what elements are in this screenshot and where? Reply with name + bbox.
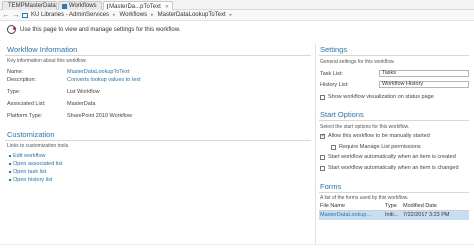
column-type[interactable]: Type <box>385 203 397 209</box>
task-list-label: Task List: <box>320 71 343 77</box>
start-on-change-checkbox[interactable] <box>320 165 325 171</box>
checkbox-label: Start workflow automatically when an ite… <box>328 154 456 160</box>
require-permissions-checkbox[interactable] <box>331 144 336 150</box>
back-arrow-icon[interactable]: ← <box>2 11 10 19</box>
open-associated-list-link[interactable]: Open associated list <box>9 161 63 167</box>
history-list-field[interactable]: Workflow History <box>379 81 469 88</box>
info-text: Use this page to view and manage setting… <box>20 26 181 33</box>
page-info: Use this page to view and manage setting… <box>7 25 180 34</box>
name-value-link[interactable]: MasterDataLookupToText <box>67 69 129 75</box>
close-tab-icon[interactable]: ✕ <box>165 4 169 10</box>
divider <box>319 55 469 56</box>
customization-title: Customization <box>7 130 55 139</box>
forward-arrow-icon[interactable]: → <box>12 11 20 19</box>
bullet-icon <box>9 163 11 165</box>
divider <box>5 55 311 56</box>
checkbox-label: Start workflow automatically when an ite… <box>328 165 459 171</box>
workflow-icon <box>62 3 67 9</box>
manual-start-checkbox[interactable] <box>320 133 325 139</box>
history-list-label: History List: <box>320 82 349 88</box>
divider <box>319 120 469 121</box>
tab-label: Workflows <box>69 3 97 9</box>
name-label: Name: <box>7 69 24 75</box>
column-modified-date[interactable]: Modified Date <box>403 203 437 209</box>
checkbox-label: Allow this workflow to be manually start… <box>328 133 430 139</box>
open-history-list-link[interactable]: Open history list <box>9 177 52 183</box>
site-icon <box>22 12 28 18</box>
show-visualization-option[interactable]: Show workflow visualization on status pa… <box>320 94 434 100</box>
forms-title: Forms <box>320 182 342 191</box>
description-label: Description: <box>7 77 37 83</box>
link-label: Open history list <box>13 177 53 183</box>
platform-type-label: Platform Type: <box>7 113 43 119</box>
type-label: Type: <box>7 89 21 95</box>
workflow-information-description: Key information about this workflow. <box>7 58 87 64</box>
require-permissions-option[interactable]: Require Manage List permissions <box>331 144 421 150</box>
chevron-right-icon: ▸ <box>229 12 233 18</box>
show-visualization-checkbox[interactable] <box>320 94 325 100</box>
table-row[interactable]: MasterDataLookup... Initi... 7/22/2017 3… <box>319 211 469 220</box>
checkbox-label: Show workflow visualization on status pa… <box>328 94 434 100</box>
settings-title: Settings <box>320 45 348 54</box>
column-divider <box>315 44 316 244</box>
chevron-right-icon: ▸ <box>113 12 116 18</box>
form-file-link[interactable]: MasterDataLookup... <box>320 212 371 218</box>
task-list-field[interactable]: Tasks <box>379 70 469 77</box>
start-options-title: Start Options <box>320 110 364 119</box>
tab-workflows[interactable]: Workflows <box>58 1 102 10</box>
divider <box>5 140 311 141</box>
chevron-right-icon: ▸ <box>151 12 154 18</box>
breadcrumb-item-current[interactable]: MasterDataLookupToText <box>158 12 226 18</box>
breadcrumb: ← → KU Libraries - AdminServices ▸ Workf… <box>0 10 474 21</box>
settings-description: General settings for this workflow. <box>320 59 395 65</box>
edit-workflow-link[interactable]: Edit workflow <box>9 153 45 159</box>
type-value: List Workflow <box>67 89 100 95</box>
platform-type-value: SharePoint 2010 Workflow <box>67 113 133 119</box>
checkbox-label: Require Manage List permissions <box>339 144 421 150</box>
start-on-change-option[interactable]: Start workflow automatically when an ite… <box>320 165 459 171</box>
column-file-name[interactable]: File Name <box>320 203 345 209</box>
divider <box>0 244 474 245</box>
tab-label: TEMPMasterData <box>8 3 56 9</box>
description-value-link[interactable]: Converts lookup values to text <box>67 77 141 83</box>
associated-list-value: MasterData <box>67 101 96 107</box>
link-label: Open task list <box>13 169 47 175</box>
breadcrumb-item-workflows[interactable]: Workflows <box>120 12 148 18</box>
form-modified: 7/22/2017 3:23 PM <box>403 212 450 218</box>
link-label: Open associated list <box>13 161 63 167</box>
form-type: Initi... <box>385 212 399 218</box>
start-on-create-checkbox[interactable] <box>320 154 325 160</box>
associated-list-label: Associated List: <box>7 101 46 107</box>
tab-tempmasterdata[interactable]: TEMPMasterData <box>2 1 57 10</box>
tab-strip: TEMPMasterData Workflows MasterDa...pToT… <box>0 0 474 11</box>
forms-table-header: File Name Type Modified Date <box>319 203 469 211</box>
tab-label: MasterDa...pToText <box>109 3 161 10</box>
open-task-list-link[interactable]: Open task list <box>9 169 46 175</box>
divider <box>319 192 469 193</box>
bullet-icon <box>9 179 11 181</box>
customization-description: Links to customization tools. <box>7 143 70 149</box>
workflow-settings-icon <box>7 25 16 34</box>
forms-description: A list of the forms used by this workflo… <box>320 195 409 201</box>
workflow-information-title: Workflow Information <box>7 45 78 54</box>
start-on-create-option[interactable]: Start workflow automatically when an ite… <box>320 154 456 160</box>
breadcrumb-item-site[interactable]: KU Libraries - AdminServices <box>31 12 109 18</box>
link-label: Edit workflow <box>13 153 46 159</box>
manual-start-option[interactable]: Allow this workflow to be manually start… <box>320 133 430 139</box>
bullet-icon <box>9 155 11 157</box>
start-options-description: Select the start options for this workfl… <box>320 124 410 130</box>
bullet-icon <box>9 171 11 173</box>
